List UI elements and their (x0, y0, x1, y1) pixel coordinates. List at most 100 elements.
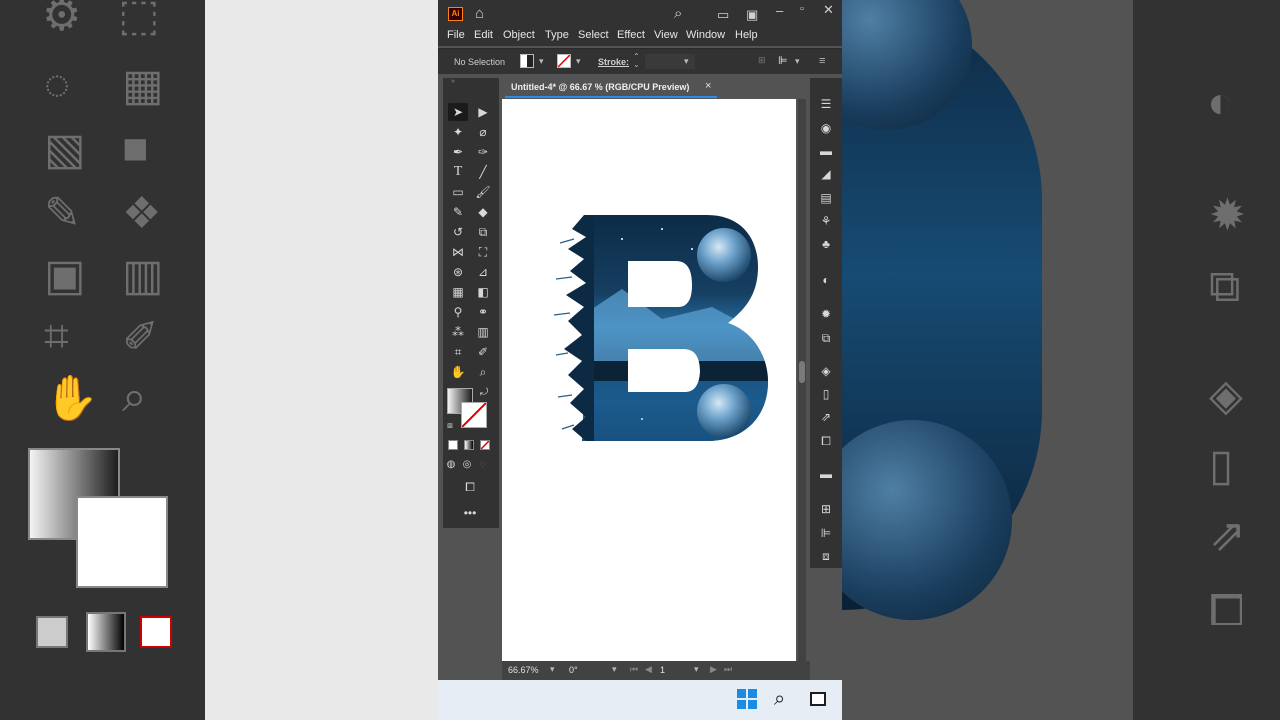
lasso-tool-icon[interactable]: ⌀ (473, 123, 493, 141)
artboard-number[interactable]: 1 (660, 665, 665, 675)
graphic-styles-icon[interactable]: ⧉ (818, 330, 834, 346)
artboard-dropdown-icon[interactable]: ▾ (694, 664, 699, 675)
comments-icon[interactable]: ▬ (818, 466, 834, 482)
fill-swatch[interactable] (520, 54, 534, 68)
paintbrush-tool-icon[interactable]: 🖌 (473, 183, 493, 201)
asset-export-icon[interactable]: ⧠ (818, 433, 834, 449)
shaper-tool-icon[interactable]: ✎ (448, 203, 468, 221)
artboards-icon[interactable]: ▯ (818, 386, 834, 402)
swap-colors-icon[interactable]: ⤾ (477, 384, 491, 402)
stroke-label[interactable]: Stroke: (598, 57, 629, 67)
free-transform-tool-icon[interactable]: ⛶ (473, 243, 493, 261)
width-tool-icon[interactable]: ⋈ (448, 243, 468, 261)
menu-effect[interactable]: Effect (617, 29, 645, 41)
close-icon[interactable]: ✕ (823, 2, 834, 18)
gradient-panel-icon[interactable]: ◢ (818, 166, 834, 182)
menu-file[interactable]: File (447, 29, 465, 41)
stroke-color-box[interactable] (461, 402, 487, 428)
rotate-tool-icon[interactable]: ↺ (448, 223, 468, 241)
default-colors-icon[interactable]: ⧈ (443, 416, 457, 434)
type-tool-icon[interactable]: T (448, 163, 468, 181)
line-tool-icon[interactable]: ╱ (473, 163, 493, 181)
zoom-tool-icon[interactable]: ⌕ (473, 363, 493, 381)
magic-wand-tool-icon[interactable]: ✦ (448, 123, 468, 141)
menu-object[interactable]: Object (503, 29, 535, 41)
last-artboard-icon[interactable]: ⏭ (724, 664, 732, 675)
draw-inside-icon[interactable]: ◌ (475, 456, 491, 474)
edit-toolbar-icon[interactable]: ••• (459, 504, 481, 522)
transform-icon[interactable]: ⊞ (758, 55, 766, 66)
none-mode-button[interactable] (480, 440, 490, 450)
document-tab[interactable]: Untitled-4* @ 66.67 % (RGB/CPU Preview) … (505, 78, 717, 98)
rotation-value[interactable]: 0° (569, 665, 578, 675)
windows-start-icon[interactable] (737, 689, 757, 709)
gradient-mode-button[interactable] (464, 440, 474, 450)
mesh-tool-icon[interactable]: ▦ (448, 283, 468, 301)
previous-artboard-icon[interactable]: ◀ (645, 664, 652, 675)
slice-tool-icon[interactable]: ✐ (473, 343, 493, 361)
menu-help[interactable]: Help (735, 29, 758, 41)
rotation-dropdown-icon[interactable]: ▾ (612, 664, 617, 675)
perspective-grid-tool-icon[interactable]: ⊿ (473, 263, 493, 281)
vertical-scrollbar[interactable] (798, 99, 806, 661)
canvas-area[interactable] (502, 99, 806, 661)
symbol-sprayer-tool-icon[interactable]: ⁂ (448, 323, 468, 341)
brushes-icon[interactable]: ⚘ (818, 213, 834, 229)
vertical-scroll-thumb[interactable] (799, 361, 805, 383)
first-artboard-icon[interactable]: ⏮ (630, 664, 638, 675)
layers-icon[interactable]: ◈ (818, 363, 834, 379)
zoom-dropdown-icon[interactable]: ▾ (550, 664, 555, 675)
color-icon[interactable]: ◉ (818, 120, 834, 136)
next-artboard-icon[interactable]: ▶ (710, 664, 717, 675)
draw-normal-icon[interactable]: ◍ (443, 456, 459, 474)
hand-tool-icon[interactable]: ✋ (448, 363, 468, 381)
minimize-icon[interactable]: – (776, 3, 783, 18)
stroke-stepper[interactable]: ⌃ ⌄ (633, 53, 640, 69)
curvature-tool-icon[interactable]: ✑ (473, 143, 493, 161)
stroke-dropdown-icon[interactable]: ▾ (576, 56, 581, 67)
artboard-tool-icon[interactable]: ⌗ (448, 343, 468, 361)
menu-view[interactable]: View (654, 29, 678, 41)
control-menu-icon[interactable]: ≡ (819, 55, 825, 67)
zoom-level[interactable]: 66.67% (508, 665, 539, 675)
gradient-tool-icon[interactable]: ◧ (473, 283, 493, 301)
swatches-icon[interactable]: ▤ (818, 190, 834, 206)
draw-behind-icon[interactable]: ◎ (459, 456, 475, 474)
pathfinder-icon[interactable]: ⧈ (818, 548, 834, 564)
search-icon[interactable]: ⌕ (674, 5, 682, 22)
eraser-tool-icon[interactable]: ◆ (473, 203, 493, 221)
appearance-icon[interactable]: ✹ (818, 306, 834, 322)
fill-dropdown-icon[interactable]: ▾ (539, 56, 544, 67)
workspace-icon[interactable]: ▣ (746, 7, 758, 23)
export-icon[interactable]: ⇗ (818, 409, 834, 425)
pen-tool-icon[interactable]: ✒ (448, 143, 468, 161)
transform-panel-icon[interactable]: ⊞ (818, 501, 834, 517)
transparency-icon[interactable]: ◐ (818, 272, 834, 288)
align-dropdown-icon[interactable]: ▾ (795, 56, 800, 67)
document-close-icon[interactable]: × (705, 80, 711, 92)
screen-mode-icon[interactable]: ⧠ (459, 478, 481, 496)
panel-collapse-icon[interactable]: » (451, 78, 455, 85)
home-icon[interactable]: ⌂ (475, 5, 484, 22)
stroke-weight-dropdown-icon[interactable]: ▾ (684, 56, 689, 67)
task-view-icon[interactable] (810, 692, 826, 706)
taskbar-search-icon[interactable]: ⌕ (774, 688, 785, 711)
direct-selection-tool-icon[interactable]: ▶ (473, 103, 493, 121)
menu-edit[interactable]: Edit (474, 29, 493, 41)
shape-builder-tool-icon[interactable]: ⊛ (448, 263, 468, 281)
menu-select[interactable]: Select (578, 29, 609, 41)
symbols-icon[interactable]: ♣ (818, 236, 834, 252)
properties-icon[interactable]: ☰ (818, 96, 834, 112)
letter-b-artwork[interactable] (502, 99, 796, 661)
color-mode-button[interactable] (448, 440, 458, 450)
menu-window[interactable]: Window (686, 29, 725, 41)
menu-type[interactable]: Type (545, 29, 569, 41)
maximize-icon[interactable]: ▫ (800, 3, 804, 15)
align-icon[interactable]: ⊫ (778, 54, 788, 67)
graph-tool-icon[interactable]: ▥ (473, 323, 493, 341)
rectangle-tool-icon[interactable]: ▭ (448, 183, 468, 201)
blend-tool-icon[interactable]: ⚭ (473, 303, 493, 321)
color-guide-icon[interactable]: ▬ (818, 143, 834, 159)
selection-tool-icon[interactable]: ➤ (448, 103, 468, 121)
align-panel-icon[interactable]: ⊫ (818, 525, 834, 541)
